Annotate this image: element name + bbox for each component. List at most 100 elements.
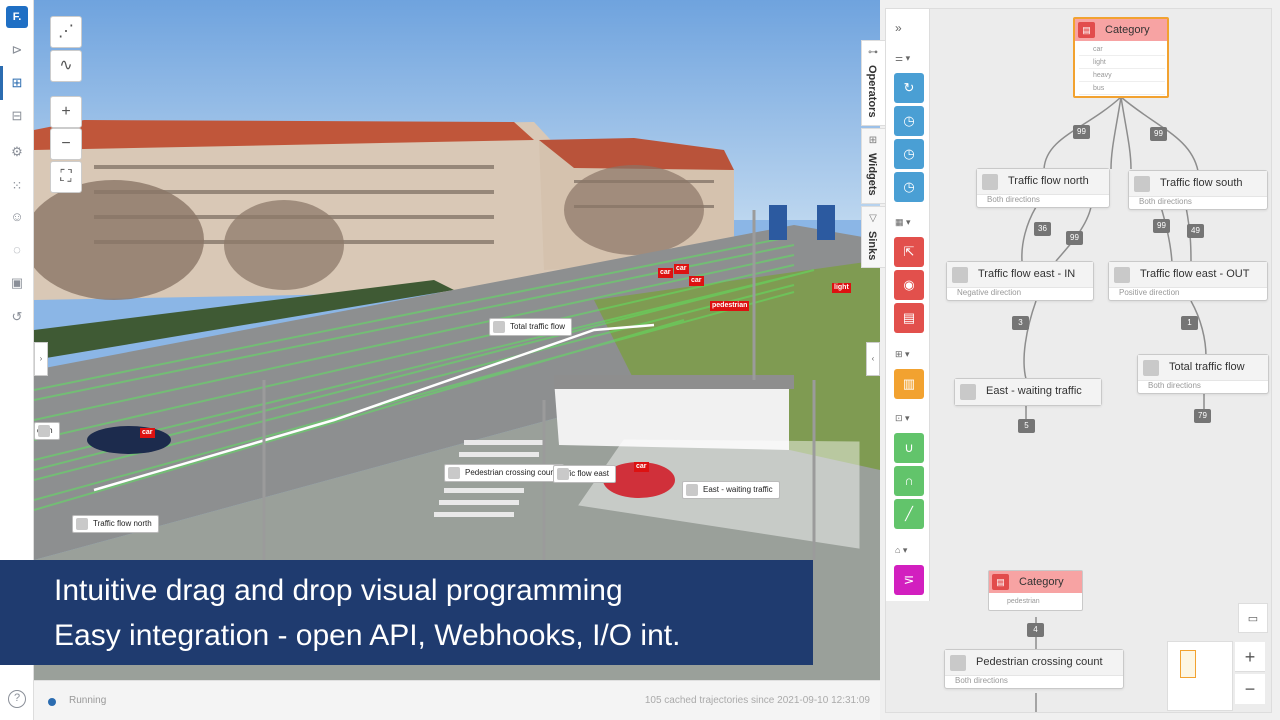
color-filter-icon[interactable]: ◉	[894, 270, 924, 300]
operators-icon: ⊶	[868, 47, 878, 58]
minimap[interactable]	[1167, 641, 1233, 711]
category-node-header: ▤ Category	[1075, 19, 1167, 41]
zoom-out-button[interactable]: −	[50, 128, 82, 160]
status-dot-icon	[48, 698, 56, 706]
threshold-icon[interactable]: ⋝	[894, 565, 924, 595]
counter-icon[interactable]: ↻	[894, 73, 924, 103]
table-group-icon[interactable]: ▦ ▾	[895, 217, 921, 231]
diff-icon[interactable]: ╱	[894, 499, 924, 529]
node-title: Traffic flow south	[1160, 177, 1243, 189]
count-badge: 49	[1187, 224, 1204, 238]
users-icon[interactable]: ☺	[7, 207, 27, 227]
right-panel-toggle[interactable]: ‹	[866, 342, 880, 376]
polygon-tool-icon[interactable]: ⋰	[50, 16, 82, 48]
history-icon[interactable]: ↺	[7, 307, 27, 327]
rail-active-indicator	[0, 66, 3, 100]
category-item: light	[1079, 56, 1165, 69]
tab-widgets[interactable]: ⊞ Widgets	[861, 128, 885, 204]
count-badge: 1	[1181, 316, 1198, 330]
node-title: East - waiting traffic	[986, 385, 1082, 397]
flow-editor[interactable]: » ⚌ ▾ ↻ ◷ ◷ ◷ ▦ ▾ ⇱ ◉ ▤ ⊞ ▾ ▥ ⊡ ▾ ∪ ∩ ╱ …	[885, 8, 1272, 713]
left-panel-toggle[interactable]: ›	[34, 342, 48, 376]
category-item: heavy	[1079, 69, 1165, 82]
node-subtitle: Both directions	[1139, 197, 1192, 206]
combine-group-icon[interactable]: ⊞ ▾	[895, 349, 921, 363]
flow-zoom-out-button[interactable]: −	[1235, 674, 1265, 704]
status-info: 105 cached trajectories since 2021-09-10…	[644, 695, 870, 706]
grid-icon[interactable]: ⁙	[7, 176, 27, 196]
zone-label-east-waiting[interactable]: East - waiting traffic	[682, 481, 780, 499]
collapse-toggle-icon[interactable]: ⊳	[7, 40, 27, 60]
detection-tag: car	[634, 462, 649, 472]
help-icon[interactable]: ?	[8, 690, 26, 708]
category-icon: ▤	[1078, 22, 1095, 38]
comment-icon[interactable]: ▭	[1238, 603, 1268, 633]
category-node-title: Category	[1019, 576, 1064, 588]
category-filter-icon[interactable]: ▤	[894, 303, 924, 333]
tab-sinks-label: Sinks	[866, 231, 878, 261]
tab-operators-label: Operators	[866, 65, 878, 118]
tab-operators[interactable]: ⊶ Operators	[861, 40, 885, 126]
flow-zoom-in-button[interactable]: +	[1235, 642, 1265, 672]
zone-label-flow-north[interactable]: Traffic flow north	[72, 515, 159, 533]
zone-node-icon	[952, 267, 968, 283]
settings-cog-icon[interactable]: ⚙	[7, 142, 27, 162]
line-tool-icon[interactable]: ∿	[50, 50, 82, 82]
node-title: Traffic flow east - OUT	[1140, 268, 1250, 280]
node-subtitle: Both directions	[955, 676, 1008, 685]
count-badge: 99	[1066, 231, 1083, 245]
union-icon[interactable]: ∪	[894, 433, 924, 463]
zone-node-icon	[950, 655, 966, 671]
detection-tag: car	[674, 264, 689, 274]
node-pedestrian-count[interactable]: Pedestrian crossing count Both direction…	[944, 649, 1124, 689]
detection-tag: pedestrian	[710, 301, 750, 311]
node-subtitle: Both directions	[987, 195, 1040, 204]
tab-sinks[interactable]: ▽ Sinks	[861, 206, 885, 268]
count-badge: 99	[1073, 125, 1090, 139]
node-flow-east-out[interactable]: Traffic flow east - OUT Positive directi…	[1108, 261, 1268, 301]
node-flow-north[interactable]: Traffic flow north Both directions	[976, 168, 1110, 208]
zone-filter-icon[interactable]: ⇱	[894, 237, 924, 267]
count-badge: 3	[1012, 316, 1029, 330]
node-title: Pedestrian crossing count	[976, 656, 1103, 668]
minimap-viewport	[1180, 650, 1196, 678]
detection-tag: car	[689, 276, 704, 286]
timer-icon[interactable]: ◷	[894, 106, 924, 136]
node-east-waiting[interactable]: East - waiting traffic	[954, 378, 1102, 406]
category-item: pedestrian	[1007, 598, 1040, 605]
stopwatch-icon[interactable]: ◷	[894, 139, 924, 169]
sliders-group-icon[interactable]: ⚌ ▾	[895, 53, 921, 67]
category-node-top[interactable]: ▤ Category car light heavy bus	[1073, 17, 1169, 98]
zone-node-icon	[960, 384, 976, 400]
logic-group-icon[interactable]: ⊡ ▾	[895, 413, 921, 427]
output-group-icon[interactable]: ⌂ ▾	[895, 545, 921, 559]
node-total-flow[interactable]: Total traffic flow Both directions	[1137, 354, 1269, 394]
flow-editor-icon[interactable]: ⊞	[7, 73, 27, 93]
zone-label-pedestrian-count[interactable]: Pedestrian crossing count	[444, 464, 565, 482]
category-node-header: ▤ Category	[989, 571, 1082, 593]
widgets-icon[interactable]: ⊟	[7, 106, 27, 126]
funnel-icon: ▽	[869, 213, 877, 224]
zone-label-south[interactable]: outh	[34, 422, 60, 440]
category-node-title: Category	[1105, 24, 1150, 36]
zoom-in-button[interactable]: +	[50, 96, 82, 128]
fit-view-button[interactable]: ⛶	[50, 161, 82, 193]
detection-tag: car	[140, 428, 155, 438]
expand-palette-button[interactable]: »	[895, 21, 921, 35]
devices-icon[interactable]: ▣	[7, 273, 27, 293]
zone-node-icon	[1114, 267, 1130, 283]
merge-icon[interactable]: ▥	[894, 369, 924, 399]
zone-label-total-flow[interactable]: Total traffic flow	[489, 318, 572, 336]
category-node-bottom[interactable]: ▤ Category pedestrian	[988, 570, 1083, 611]
node-title: Total traffic flow	[1169, 361, 1245, 373]
tab-widgets-label: Widgets	[866, 153, 878, 196]
app-logo[interactable]: F.	[6, 6, 28, 28]
intersection-icon[interactable]: ∩	[894, 466, 924, 496]
clock-icon[interactable]: ◷	[894, 172, 924, 202]
bell-icon[interactable]: ◌	[7, 240, 27, 260]
node-flow-east-in[interactable]: Traffic flow east - IN Negative directio…	[946, 261, 1094, 301]
zone-label-flow-east[interactable]: raffic flow east	[553, 465, 616, 483]
node-flow-south[interactable]: Traffic flow south Both directions	[1128, 170, 1268, 210]
banner-line-2: Easy integration - open API, Webhooks, I…	[54, 619, 681, 652]
count-badge: 5	[1018, 419, 1035, 433]
